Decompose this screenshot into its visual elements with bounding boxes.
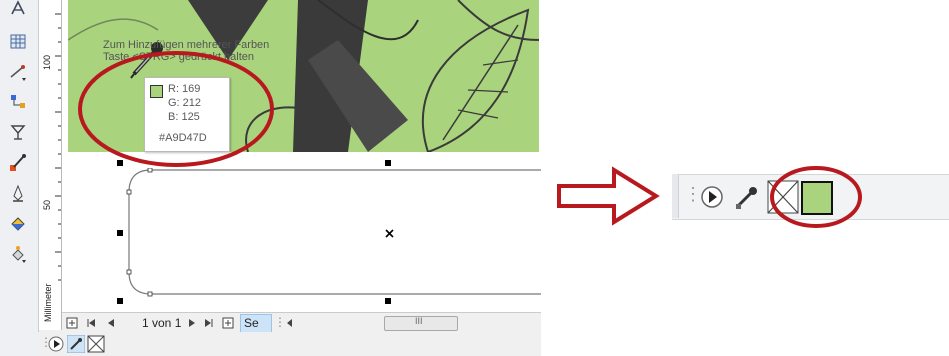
connector-tool-icon[interactable] (8, 92, 28, 112)
eyedropper-icon[interactable] (8, 153, 28, 173)
eyedropper-icon[interactable] (67, 335, 85, 353)
ruler-ticks (55, 13, 61, 281)
fill-bucket-icon[interactable] (8, 215, 28, 235)
vertical-ruler: 100 50 Millimeter (39, 0, 62, 330)
arrow-right-icon (557, 166, 660, 226)
no-color-icon[interactable] (87, 335, 105, 353)
interactive-fill-icon[interactable] (8, 244, 28, 264)
first-page-icon[interactable] (86, 318, 96, 328)
add-page-icon[interactable] (66, 317, 78, 329)
dimension-tool-icon[interactable] (8, 62, 28, 82)
center-mark-icon (385, 229, 394, 238)
next-page-icon[interactable] (187, 318, 197, 328)
selection-handle[interactable] (385, 160, 391, 166)
scroll-grip: III (415, 316, 423, 326)
ruler-label-50: 50 (42, 199, 52, 210)
text-tool-icon[interactable] (8, 0, 28, 20)
rounded-rectangle-object[interactable] (125, 168, 541, 298)
highlight-ellipse-left (78, 51, 274, 167)
table-icon[interactable] (8, 32, 28, 52)
play-icon[interactable] (48, 336, 64, 352)
page-tab-label: Se (244, 316, 259, 330)
ruler-label-100: 100 (42, 54, 52, 70)
effects-icon[interactable] (8, 123, 28, 143)
play-icon[interactable] (700, 185, 724, 209)
selection-handle[interactable] (117, 298, 123, 304)
ruler-unit-label: Millimeter (43, 283, 53, 322)
app-screenshot: 100 50 Millimeter Zum Hinzufügen mehrere… (0, 0, 541, 356)
selection-handle[interactable] (385, 298, 391, 304)
highlight-ellipse-right (770, 166, 862, 228)
page-tab[interactable]: Se (240, 314, 272, 333)
selection-handle[interactable] (117, 230, 123, 236)
previous-page-icon[interactable] (106, 318, 116, 328)
page-navigation-bar: 1 von 1 Se ⋮ III (62, 312, 541, 333)
eyedropper-icon[interactable] (734, 184, 760, 210)
toolbox (0, 0, 39, 356)
last-page-icon[interactable] (204, 318, 214, 328)
outline-pen-icon[interactable] (8, 184, 28, 204)
add-page-after-icon[interactable] (222, 317, 234, 329)
page-indicator: 1 von 1 (142, 316, 182, 330)
zoomed-bar-edge (672, 174, 679, 218)
scroll-left-icon[interactable] (285, 318, 295, 328)
color-palette-bar: ⋮ (38, 332, 541, 356)
horizontal-scrollbar-thumb[interactable]: III (384, 316, 458, 331)
